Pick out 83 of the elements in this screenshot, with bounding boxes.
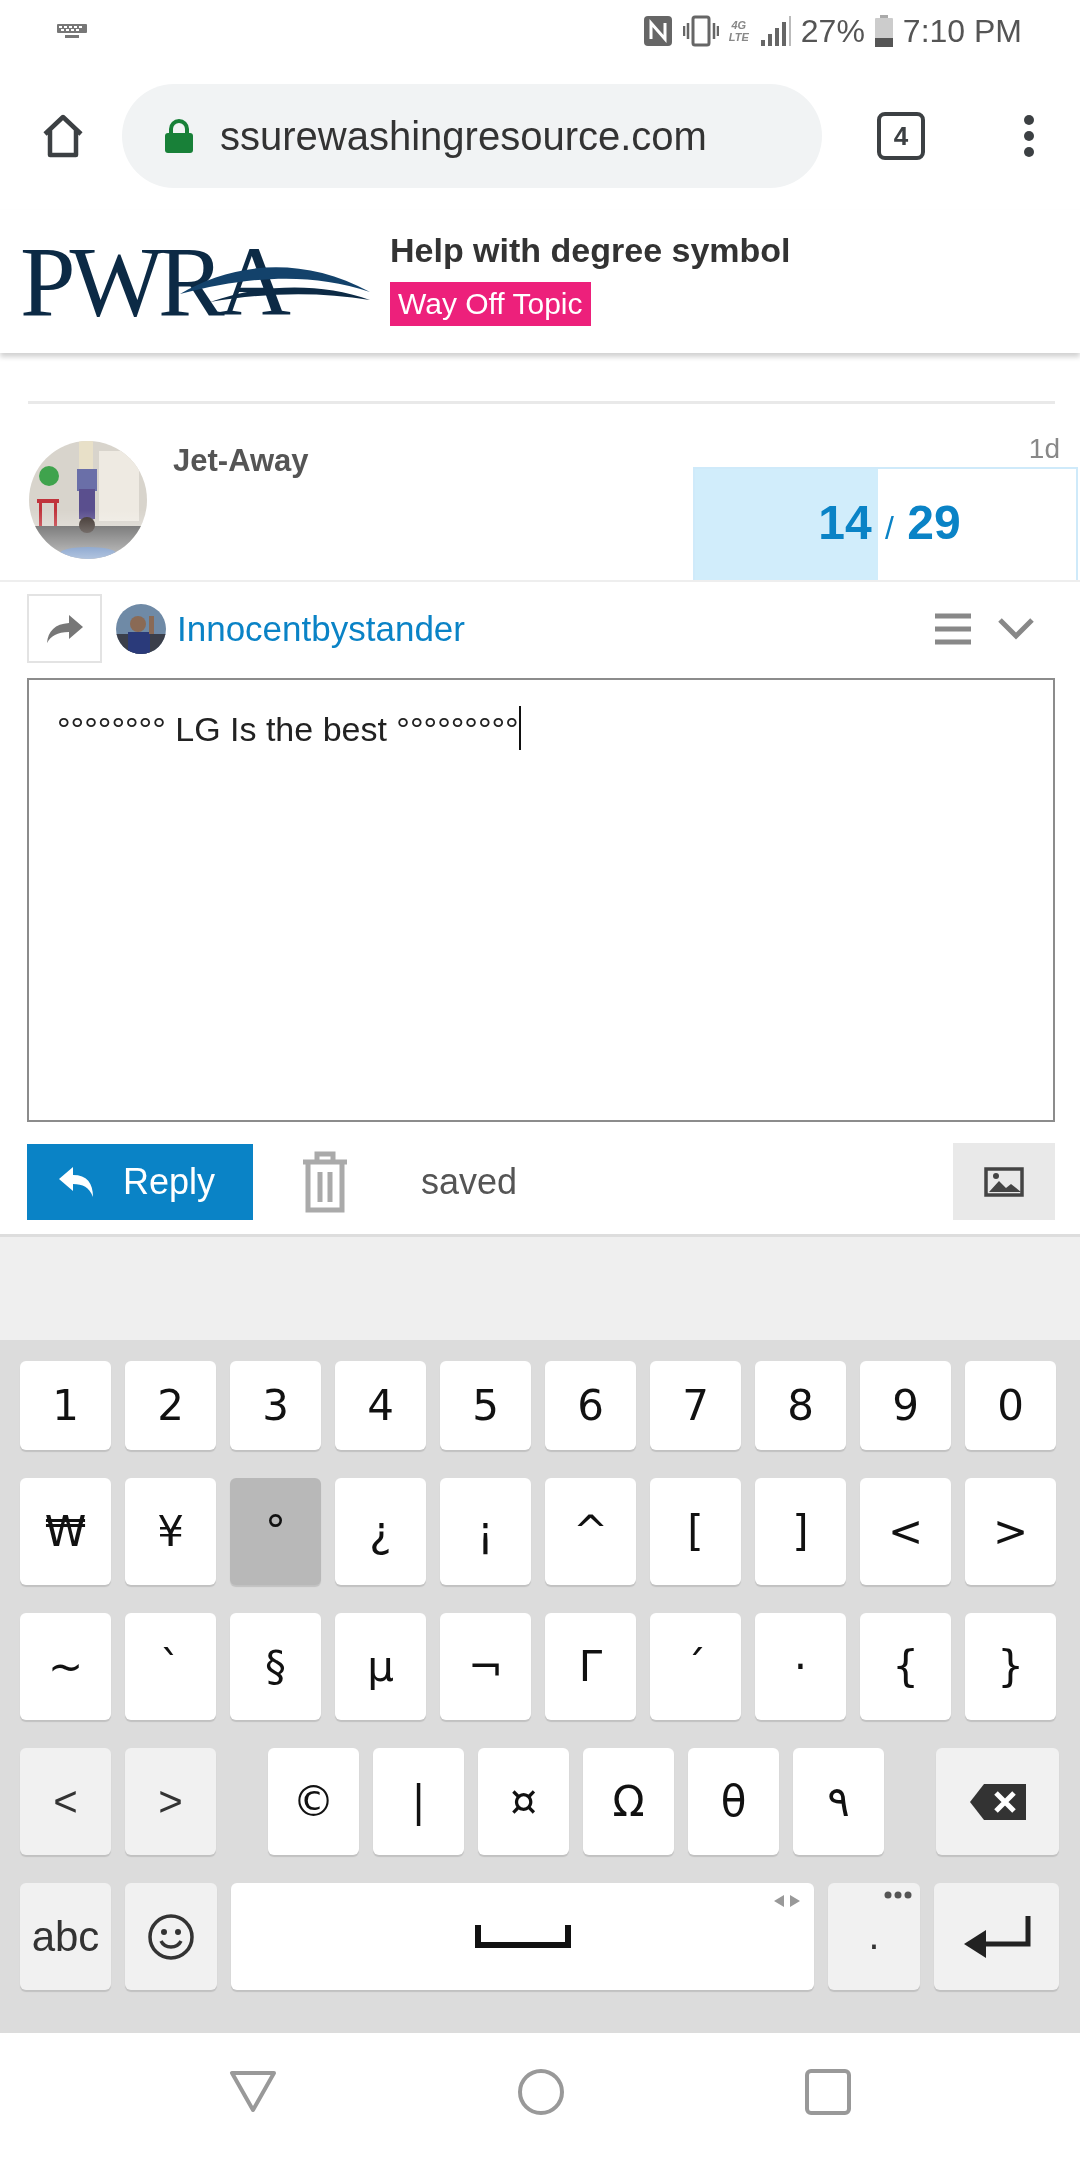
key[interactable]: ^ xyxy=(545,1478,636,1585)
text-cursor xyxy=(518,706,521,750)
enter-key[interactable] xyxy=(934,1883,1059,1990)
key[interactable]: ´ xyxy=(650,1613,741,1720)
key[interactable]: ¥ xyxy=(125,1478,216,1585)
key[interactable]: < xyxy=(20,1748,111,1855)
lock-icon xyxy=(164,119,194,153)
reply-to-button[interactable] xyxy=(27,594,102,663)
backspace-key[interactable] xyxy=(936,1748,1059,1855)
key[interactable]: · xyxy=(755,1613,846,1720)
battery-percent: 27% xyxy=(800,12,865,50)
key[interactable]: 0 xyxy=(965,1361,1056,1450)
home-button-icon[interactable] xyxy=(517,2067,565,2116)
category-tag[interactable]: Way Off Topic xyxy=(390,282,591,326)
topic-title: Help with degree symbol xyxy=(390,231,791,270)
battery-icon xyxy=(874,15,893,47)
tab-count-button[interactable]: 4 xyxy=(877,112,925,160)
key[interactable]: Ω xyxy=(583,1748,674,1855)
key[interactable]: < xyxy=(860,1478,951,1585)
key[interactable]: ` xyxy=(125,1613,216,1720)
hamburger-icon[interactable] xyxy=(935,612,971,645)
cursor-arrows-icon xyxy=(774,1895,800,1907)
post-counter: 14 / 29 xyxy=(817,495,962,550)
key[interactable]: 9 xyxy=(860,1361,951,1450)
reply-button[interactable]: Reply xyxy=(27,1143,253,1220)
key[interactable]: 2 xyxy=(125,1361,216,1450)
menu-icon[interactable] xyxy=(1022,114,1036,158)
nfc-icon xyxy=(642,15,673,47)
key[interactable]: ] xyxy=(755,1478,846,1585)
image-icon xyxy=(984,1166,1024,1197)
key[interactable]: ¬ xyxy=(440,1613,531,1720)
period-key[interactable]: . xyxy=(828,1883,920,1990)
trash-icon[interactable] xyxy=(301,1149,349,1214)
key[interactable]: [ xyxy=(650,1478,741,1585)
key[interactable]: 6 xyxy=(545,1361,636,1450)
progress-indicator[interactable]: 14 / 29 xyxy=(693,467,1078,580)
author-name[interactable]: Jet-Away xyxy=(173,443,309,479)
key[interactable]: > xyxy=(125,1748,216,1855)
key[interactable]: § xyxy=(230,1613,321,1720)
more-icon xyxy=(884,1891,912,1899)
address-bar[interactable]: ssurewashingresource.com xyxy=(122,84,822,188)
key[interactable]: { xyxy=(860,1613,951,1720)
key[interactable]: 5 xyxy=(440,1361,531,1450)
key[interactable]: µ xyxy=(335,1613,426,1720)
key[interactable]: 7 xyxy=(650,1361,741,1450)
key[interactable]: ° xyxy=(230,1478,321,1585)
key[interactable]: abc xyxy=(20,1883,111,1990)
keyboard-icon xyxy=(57,24,87,38)
key[interactable]: 3 xyxy=(230,1361,321,1450)
smiley-icon xyxy=(147,1912,195,1961)
signal-icon xyxy=(758,16,791,46)
clock: 7:10 PM xyxy=(902,12,1022,50)
key[interactable]: 1 xyxy=(20,1361,111,1450)
key[interactable]: ¿ xyxy=(335,1478,426,1585)
space-icon xyxy=(474,1924,571,1949)
reply-field[interactable]: °°°°°°°° LG Is the best °°°°°°°°° xyxy=(27,678,1055,1122)
key[interactable]: θ xyxy=(688,1748,779,1855)
chevron-down-icon[interactable] xyxy=(997,616,1035,641)
url-text: ssurewashingresource.com xyxy=(220,113,707,159)
key[interactable]: Γ xyxy=(545,1613,636,1720)
site-logo[interactable]: PWRA xyxy=(20,233,285,330)
key[interactable]: } xyxy=(965,1613,1056,1720)
key[interactable]: © xyxy=(268,1748,359,1855)
key[interactable]: 4 xyxy=(335,1361,426,1450)
vibrate-icon xyxy=(682,15,719,47)
key[interactable]: ¡ xyxy=(440,1478,531,1585)
key[interactable]: ~ xyxy=(20,1613,111,1720)
back-icon[interactable] xyxy=(229,2069,277,2114)
key[interactable]: ₩ xyxy=(20,1478,111,1585)
reply-to-username[interactable]: Innocentbystander xyxy=(177,608,465,649)
save-status: saved xyxy=(421,1160,518,1203)
image-upload-button[interactable] xyxy=(953,1143,1055,1220)
recents-icon[interactable] xyxy=(805,2068,851,2115)
key[interactable]: ¤ xyxy=(478,1748,569,1855)
post-age: 1d xyxy=(1028,433,1060,465)
key[interactable]: | xyxy=(373,1748,464,1855)
share-arrow-icon xyxy=(44,612,85,645)
emoji-key[interactable] xyxy=(125,1883,217,1990)
key[interactable]: 8 xyxy=(755,1361,846,1450)
key[interactable]: > xyxy=(965,1478,1056,1585)
network-type: 4G LTE xyxy=(728,19,749,43)
key[interactable]: ٩ xyxy=(793,1748,884,1855)
backspace-icon xyxy=(967,1781,1028,1822)
